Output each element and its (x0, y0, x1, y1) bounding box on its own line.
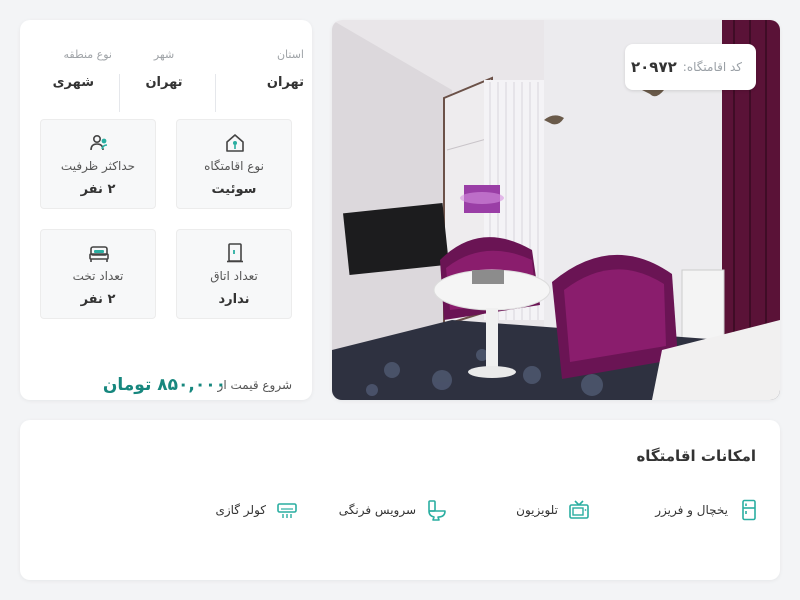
toilet-icon (428, 500, 446, 521)
location-divider (119, 74, 120, 112)
location-row: استان تهران شهر تهران نوع منطقه شهری (20, 48, 312, 112)
price-row: شروع قیمت از ۸۵۰,۰۰۰ تومان (20, 375, 312, 399)
listing-code-value: ۲۰۹۷۲ (631, 58, 677, 76)
city-field: شهر تهران (120, 48, 208, 90)
listing-code-label: کد اقامتگاه: (682, 60, 742, 74)
feature-label: حداکثر ظرفیت (60, 159, 136, 173)
listing-info-card: استان تهران شهر تهران نوع منطقه شهری نوع… (20, 20, 312, 400)
amenities-title: امکانات اقامتگاه (636, 447, 756, 465)
area-type-value: شهری (52, 75, 94, 90)
amenity-label: یخچال و فریزر (655, 503, 728, 517)
amenity-item-toilet: سرویس فرنگی (339, 498, 448, 522)
feature-tile-accommodation-type: نوع اقامتگاه سوئیت (176, 119, 292, 209)
feature-value: ۲ نفر (80, 292, 116, 307)
feature-label: تعداد اتاق (210, 269, 258, 283)
feature-tile-room-count: تعداد اتاق ندارد (176, 229, 292, 319)
province-value: تهران (266, 75, 304, 90)
amenity-item-air-conditioner: کولر گازی (215, 498, 298, 522)
location-divider (215, 74, 216, 112)
amenity-label: سرویس فرنگی (338, 503, 416, 517)
price-label: شروع قیمت از (217, 378, 292, 392)
home-icon (226, 134, 244, 152)
city-value: تهران (145, 75, 183, 90)
listing-code-badge: کد اقامتگاه: ۲۰۹۷۲ (625, 44, 756, 90)
bed-icon (89, 246, 109, 262)
amenities-card: امکانات اقامتگاه یخچال و فریزر تلویزیون … (20, 420, 780, 580)
amenity-label: کولر گازی (215, 503, 266, 517)
price-value: ۸۵۰,۰۰۰ تومان (102, 375, 226, 395)
feature-tile-bed-count: تعداد تخت ۲ نفر (40, 229, 156, 319)
door-icon (227, 243, 243, 263)
feature-value: سوئیت (211, 182, 257, 197)
province-field: استان تهران (208, 48, 304, 90)
amenity-item-tv: تلویزیون (516, 498, 590, 522)
province-label: استان (276, 48, 304, 61)
feature-label: نوع اقامتگاه (204, 159, 264, 173)
amenity-label: تلویزیون (516, 503, 558, 517)
area-type-label: نوع منطقه (63, 48, 112, 61)
fridge-icon (742, 499, 756, 521)
feature-value: ندارد (218, 292, 250, 307)
area-type-field: نوع منطقه شهری (28, 48, 112, 90)
city-label: شهر (153, 48, 175, 61)
feature-value: ۲ نفر (80, 182, 116, 197)
users-icon (90, 134, 108, 151)
air-conditioner-icon (277, 503, 297, 518)
feature-tile-max-capacity: حداکثر ظرفیت ۲ نفر (40, 119, 156, 209)
tv-icon (569, 500, 589, 519)
amenity-item-fridge: یخچال و فریزر (655, 498, 760, 522)
feature-label: تعداد تخت (72, 269, 124, 283)
